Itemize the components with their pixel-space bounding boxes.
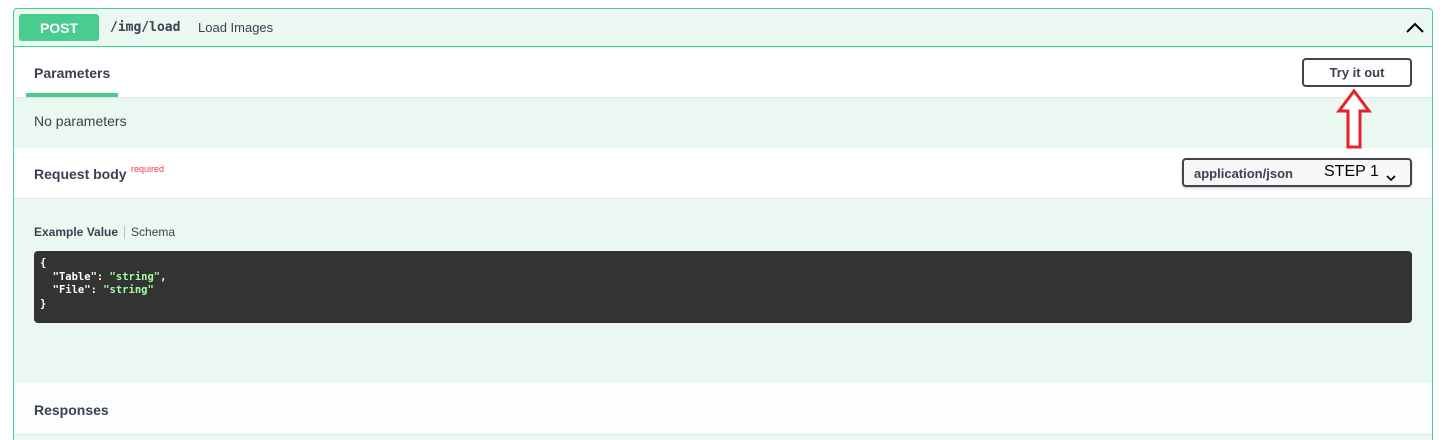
parameters-header: Parameters Try it out — [14, 48, 1432, 98]
operation-block: POST /img/load Load Images Parameters Tr… — [13, 8, 1433, 440]
endpoint-description: Load Images — [198, 20, 274, 35]
code-value-file: "string" — [103, 284, 154, 296]
tab-example-value[interactable]: Example Value — [34, 225, 118, 239]
responses-label: Responses — [34, 402, 109, 418]
content-type-value: application/json — [1194, 166, 1293, 181]
tab-parameters[interactable]: Parameters — [34, 65, 110, 81]
code-key-table: "Table": — [40, 270, 110, 283]
request-body-label: Request body — [34, 166, 127, 182]
required-marker: required — [131, 164, 165, 174]
active-tab-indicator — [26, 93, 118, 97]
code-comma: , — [160, 270, 167, 283]
no-parameters-text: No parameters — [34, 113, 127, 129]
example-code-block: { "Table": "string", "File": "string" } — [34, 251, 1412, 323]
chevron-down-icon — [1386, 169, 1396, 182]
request-body-header: Request body required application/json S… — [14, 148, 1432, 199]
code-value-table: "string" — [109, 270, 161, 283]
operation-summary[interactable]: POST /img/load Load Images — [14, 9, 1432, 47]
step-annotation: STEP 1 — [1324, 163, 1379, 180]
code-close-brace: } — [40, 297, 47, 310]
up-arrow-icon — [1336, 88, 1372, 150]
example-tabs: Example Value Schema — [34, 225, 175, 239]
chevron-up-icon[interactable] — [1404, 18, 1426, 38]
try-it-out-button[interactable]: Try it out — [1302, 58, 1412, 87]
content-type-select[interactable]: application/json STEP 1 — [1182, 158, 1412, 187]
tab-divider — [124, 225, 126, 239]
code-open-brace: { — [40, 257, 47, 269]
tab-schema[interactable]: Schema — [131, 225, 175, 239]
method-badge: POST — [19, 14, 99, 41]
responses-header: Responses — [14, 383, 1432, 435]
code-key-file: "File": — [40, 284, 104, 296]
endpoint-path: /img/load — [110, 20, 181, 35]
